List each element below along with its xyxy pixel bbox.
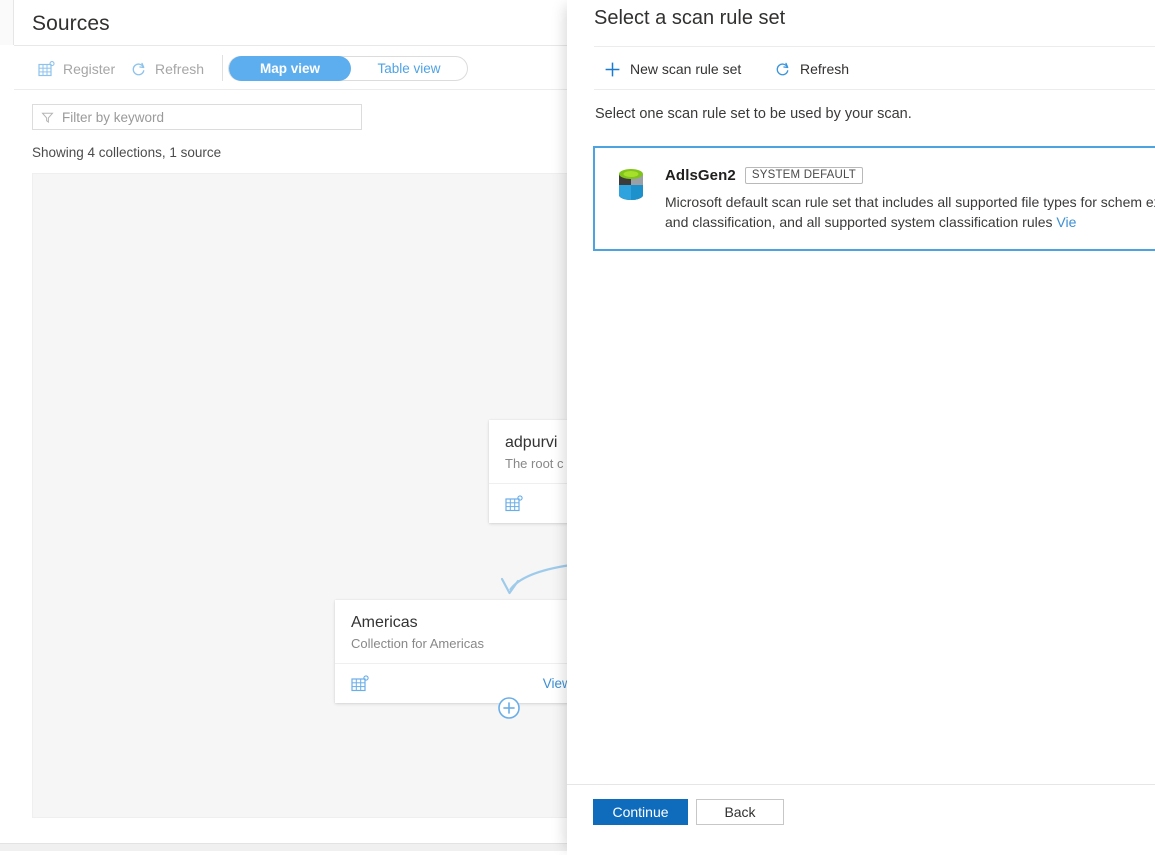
- app-root: Sources Register: [0, 0, 1155, 855]
- sources-refresh-button[interactable]: Refresh: [130, 57, 204, 81]
- adls-gen2-storage-icon: [613, 164, 649, 209]
- collection-card-body: Americas Collection for Americas: [335, 600, 599, 663]
- back-button[interactable]: Back: [696, 799, 784, 825]
- register-button[interactable]: Register: [38, 57, 115, 81]
- refresh-icon: [130, 61, 147, 78]
- sources-refresh-label: Refresh: [155, 61, 204, 77]
- filter-input[interactable]: [62, 110, 353, 125]
- refresh-icon: [774, 61, 791, 78]
- rule-set-name: AdlsGen2: [665, 167, 736, 184]
- showing-count-text: Showing 4 collections, 1 source: [32, 145, 221, 160]
- tab-map-view[interactable]: Map view: [229, 56, 351, 81]
- rule-set-header: AdlsGen2 SYSTEM DEFAULT: [665, 167, 863, 184]
- collection-grid-icon[interactable]: [505, 495, 523, 513]
- panel-title: Select a scan rule set: [594, 7, 785, 30]
- filter-box[interactable]: [32, 104, 362, 130]
- rule-set-view-link[interactable]: Vie: [1056, 214, 1076, 230]
- command-bar-separator: [222, 55, 223, 81]
- panel-footer-divider: [567, 784, 1155, 785]
- rule-set-description: Microsoft default scan rule set that inc…: [665, 192, 1155, 232]
- panel-command-bar: New scan rule set Refresh: [594, 47, 1155, 90]
- plus-circle-icon[interactable]: [497, 696, 521, 725]
- status-badge: SYSTEM DEFAULT: [745, 167, 863, 184]
- left-nav-rail: [0, 0, 14, 45]
- collection-name: Americas: [351, 614, 583, 632]
- collection-description: Collection for Americas: [351, 636, 583, 651]
- tab-table-view[interactable]: Table view: [351, 56, 467, 81]
- filter-funnel-icon: [41, 111, 54, 124]
- collection-grid-icon[interactable]: [351, 675, 369, 693]
- new-scan-rule-set-label: New scan rule set: [630, 61, 741, 77]
- panel-refresh-label: Refresh: [800, 61, 849, 77]
- continue-button[interactable]: Continue: [593, 799, 688, 825]
- rule-set-card-adlsgen2[interactable]: AdlsGen2 SYSTEM DEFAULT Microsoft defaul…: [593, 146, 1155, 251]
- panel-subtitle: Select one scan rule set to be used by y…: [595, 106, 912, 122]
- register-button-label: Register: [63, 61, 115, 77]
- collection-card-americas[interactable]: Americas Collection for Americas: [335, 600, 599, 703]
- new-scan-rule-set-button[interactable]: New scan rule set: [604, 58, 741, 80]
- plus-icon: [604, 61, 621, 78]
- panel-refresh-button[interactable]: Refresh: [774, 58, 849, 80]
- page-title: Sources: [32, 12, 110, 36]
- scan-rule-set-panel: Select a scan rule set New scan rule set: [567, 0, 1155, 855]
- collection-card-footer: View d: [335, 663, 599, 703]
- register-grid-icon: [38, 61, 55, 78]
- view-toggle[interactable]: Map view Table view: [228, 56, 468, 81]
- rule-set-description-text: Microsoft default scan rule set that inc…: [665, 194, 1155, 230]
